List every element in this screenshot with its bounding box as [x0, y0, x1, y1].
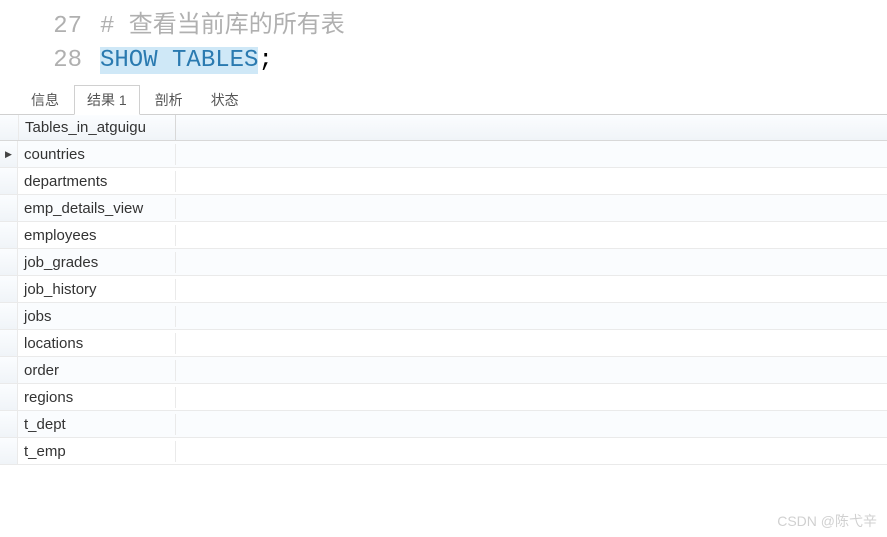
grid-cell[interactable]: locations	[18, 333, 176, 354]
row-handle[interactable]	[0, 249, 18, 275]
grid-cell[interactable]: order	[18, 360, 176, 381]
grid-cell[interactable]: emp_details_view	[18, 198, 176, 219]
table-row[interactable]: countries	[0, 141, 887, 168]
grid-cell[interactable]: regions	[18, 387, 176, 408]
table-row[interactable]: t_dept	[0, 411, 887, 438]
row-handle[interactable]	[0, 330, 18, 356]
result-grid[interactable]: Tables_in_atguigu countries departments em…	[0, 115, 887, 465]
grid-cell[interactable]: job_history	[18, 279, 176, 300]
tab-profile[interactable]: 剖析	[142, 85, 196, 114]
grid-cell[interactable]: jobs	[18, 306, 176, 327]
grid-cell[interactable]: job_grades	[18, 252, 176, 273]
table-row[interactable]: jobs	[0, 303, 887, 330]
grid-cell[interactable]: employees	[18, 225, 176, 246]
row-handle[interactable]	[0, 222, 18, 248]
grid-cell[interactable]: t_dept	[18, 414, 176, 435]
line-number: 27	[0, 10, 100, 44]
row-handle[interactable]	[0, 384, 18, 410]
row-handle[interactable]	[0, 303, 18, 329]
row-handle[interactable]	[0, 276, 18, 302]
tab-status[interactable]: 状态	[198, 85, 252, 114]
table-row[interactable]: emp_details_view	[0, 195, 887, 222]
row-handle[interactable]	[0, 357, 18, 383]
code-comment: # 查看当前库的所有表	[100, 10, 345, 44]
row-handle[interactable]	[0, 438, 18, 464]
table-row[interactable]: t_emp	[0, 438, 887, 465]
result-tabs: 信息 结果 1 剖析 状态	[0, 85, 887, 115]
grid-body: countries departments emp_details_viewempl…	[0, 141, 887, 465]
grid-cell[interactable]: t_emp	[18, 441, 176, 462]
sql-editor[interactable]: 27 # 查看当前库的所有表 28 SHOW TABLES;	[0, 0, 887, 85]
table-row[interactable]: order	[0, 357, 887, 384]
row-handle[interactable]	[0, 168, 18, 194]
line-number: 28	[0, 44, 100, 78]
table-row[interactable]: departments	[0, 168, 887, 195]
grid-cell[interactable]: countries	[18, 144, 176, 165]
table-row[interactable]: job_history	[0, 276, 887, 303]
code-line-28[interactable]: 28 SHOW TABLES;	[0, 44, 887, 78]
tab-result-1[interactable]: 结果 1	[74, 85, 140, 115]
tab-info[interactable]: 信息	[18, 85, 72, 114]
grid-header[interactable]: Tables_in_atguigu	[0, 115, 887, 141]
table-row[interactable]: job_grades	[0, 249, 887, 276]
row-handle[interactable]	[0, 195, 18, 221]
row-handle[interactable]	[0, 411, 18, 437]
grid-cell[interactable]: departments	[18, 171, 176, 192]
watermark: CSDN @陈弋辛	[777, 511, 877, 531]
table-row[interactable]: employees	[0, 222, 887, 249]
column-header[interactable]: Tables_in_atguigu	[18, 115, 176, 140]
table-row[interactable]: regions	[0, 384, 887, 411]
row-handle[interactable]	[0, 141, 18, 167]
code-line-27[interactable]: 27 # 查看当前库的所有表	[0, 10, 887, 44]
table-row[interactable]: locations	[0, 330, 887, 357]
code-sql: SHOW TABLES;	[100, 44, 273, 78]
